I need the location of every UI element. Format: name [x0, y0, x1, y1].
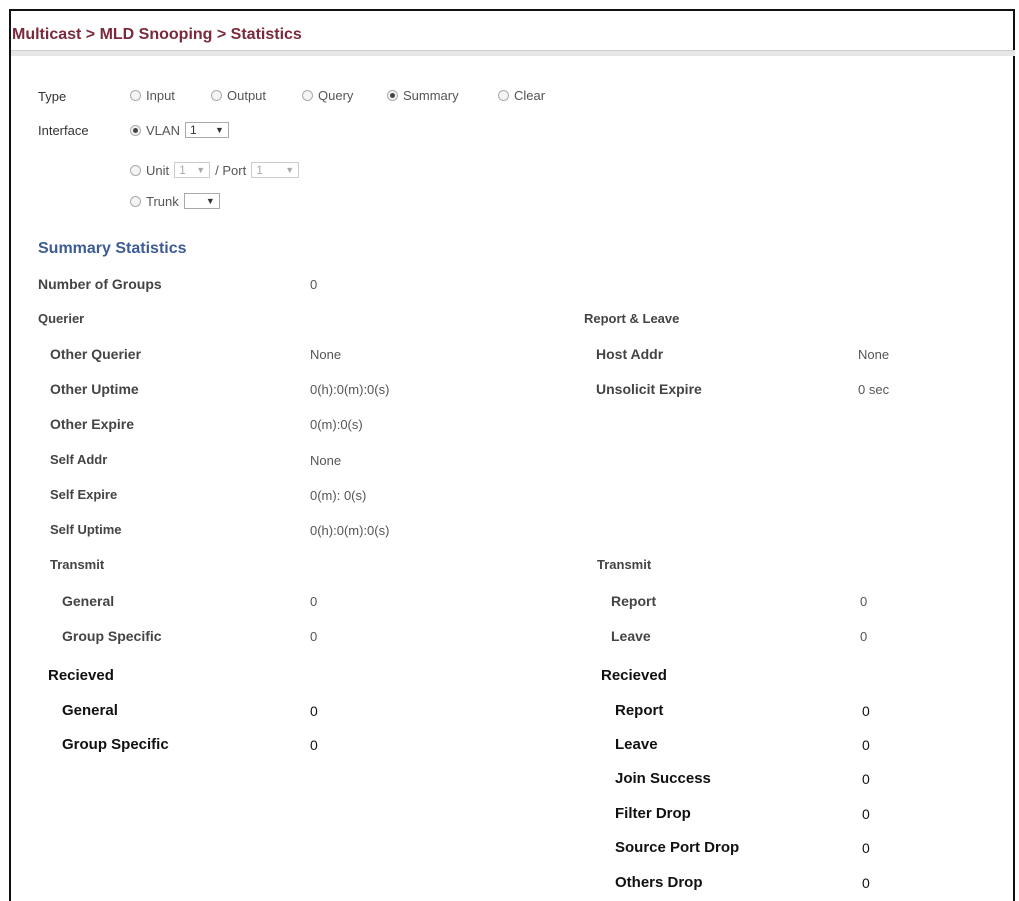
self-uptime-label: Self Uptime [50, 522, 122, 537]
tx-general-value: 0 [310, 594, 318, 609]
trunk-select[interactable]: ▼ [183, 193, 220, 209]
content-frame [9, 9, 1015, 901]
self-uptime-value: 0(h):0(m):0(s) [310, 523, 390, 538]
radio-summary-icon[interactable] [387, 90, 398, 101]
others-drop-label: Others Drop [615, 874, 703, 891]
page-title: Multicast > MLD Snooping > Statistics [12, 26, 302, 43]
join-success-label: Join Success [615, 770, 711, 787]
rx-leave-label: Leave [615, 736, 658, 753]
radio-summary-label: Summary [403, 88, 459, 103]
trunk-label: Trunk [146, 193, 179, 209]
chevron-down-icon: ▼ [205, 196, 215, 206]
radio-clear-icon[interactable] [498, 90, 509, 101]
radio-input-icon[interactable] [130, 90, 141, 101]
interface-radio-vlan[interactable]: VLAN 1 ▼ [130, 122, 229, 138]
querier-heading: Querier [38, 311, 85, 326]
interface-radio-trunk[interactable]: Trunk ▼ [130, 193, 220, 209]
unit-label: Unit [146, 162, 170, 178]
unit-select[interactable]: 1 ▼ [174, 162, 211, 178]
tx-leave-value: 0 [860, 629, 868, 644]
self-expire-value: 0(m): 0(s) [310, 488, 367, 503]
rx-report-label: Report [615, 702, 664, 719]
tx-group-specific-value: 0 [310, 629, 318, 644]
report-leave-heading: Report & Leave [584, 311, 680, 326]
radio-output-label: Output [227, 88, 267, 103]
number-of-groups-label: Number of Groups [38, 276, 162, 292]
tx-report-label: Report [611, 593, 657, 609]
report-transmit-heading: Transmit [597, 557, 652, 572]
port-select[interactable]: 1 ▼ [251, 162, 300, 178]
vlan-label: VLAN [146, 122, 180, 138]
tx-general-label: General [62, 593, 115, 609]
rx-group-specific-value: 0 [310, 737, 318, 753]
port-label: / Port [215, 162, 247, 178]
other-uptime-value: 0(h):0(m):0(s) [310, 382, 390, 397]
type-label: Type [38, 89, 67, 104]
self-addr-label: Self Addr [50, 452, 108, 467]
vlan-select-value: 1 [189, 123, 197, 137]
rx-general-label: General [62, 702, 118, 719]
radio-output-icon[interactable] [211, 90, 222, 101]
summary-statistics-heading: Summary Statistics [38, 240, 187, 257]
vlan-select[interactable]: 1 ▼ [184, 122, 229, 138]
interface-label: Interface [38, 123, 89, 138]
rx-leave-value: 0 [862, 737, 870, 753]
title-divider [11, 50, 1015, 56]
other-uptime-label: Other Uptime [50, 381, 139, 397]
other-expire-value: 0(m):0(s) [310, 417, 363, 432]
other-querier-value: None [310, 347, 342, 362]
type-radio-output[interactable]: Output [211, 88, 266, 103]
radio-query-label: Query [318, 88, 354, 103]
chevron-down-icon: ▼ [285, 165, 295, 175]
rx-general-value: 0 [310, 703, 318, 719]
filter-drop-value: 0 [862, 806, 870, 822]
source-port-drop-label: Source Port Drop [615, 839, 740, 856]
host-addr-value: None [858, 347, 890, 362]
querier-transmit-heading: Transmit [50, 557, 105, 572]
rx-report-value: 0 [862, 703, 870, 719]
tx-report-value: 0 [860, 594, 868, 609]
unsolicit-expire-value: 0 sec [858, 382, 890, 397]
radio-input-label: Input [146, 88, 175, 103]
other-querier-label: Other Querier [50, 346, 142, 362]
self-addr-value: None [310, 453, 342, 468]
filter-drop-label: Filter Drop [615, 805, 691, 822]
type-radio-summary[interactable]: Summary [387, 88, 459, 103]
chevron-down-icon: ▼ [196, 165, 206, 175]
radio-clear-label: Clear [514, 88, 546, 103]
type-radio-input[interactable]: Input [130, 88, 175, 103]
other-expire-label: Other Expire [50, 416, 135, 432]
tx-group-specific-label: Group Specific [62, 628, 162, 644]
radio-trunk-icon[interactable] [130, 195, 141, 207]
unsolicit-expire-label: Unsolicit Expire [596, 381, 702, 397]
port-select-value: 1 [256, 163, 263, 177]
rx-group-specific-label: Group Specific [62, 736, 169, 753]
type-radio-query[interactable]: Query [302, 88, 353, 103]
join-success-value: 0 [862, 771, 870, 787]
radio-query-icon[interactable] [302, 90, 313, 101]
others-drop-value: 0 [862, 875, 870, 891]
report-received-heading: Recieved [601, 667, 667, 684]
unit-select-value: 1 [179, 163, 186, 177]
type-radio-clear[interactable]: Clear [498, 88, 545, 103]
radio-vlan-icon[interactable] [130, 124, 141, 136]
host-addr-label: Host Addr [596, 346, 664, 362]
source-port-drop-value: 0 [862, 840, 870, 856]
radio-unit-icon[interactable] [130, 164, 141, 176]
self-expire-label: Self Expire [50, 487, 118, 502]
chevron-down-icon: ▼ [215, 125, 224, 135]
interface-radio-unit[interactable]: Unit 1 ▼ / Port 1 ▼ [130, 162, 300, 178]
querier-received-heading: Recieved [48, 667, 114, 684]
tx-leave-label: Leave [611, 628, 651, 644]
number-of-groups-value: 0 [310, 277, 318, 292]
